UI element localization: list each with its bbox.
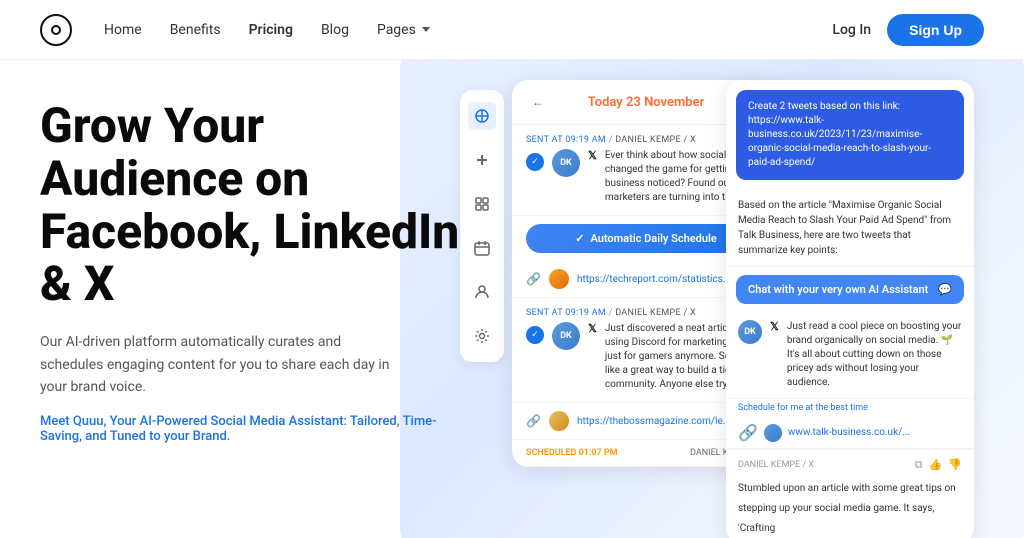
logo[interactable] xyxy=(40,14,72,46)
ai-tweet-avatar: DK xyxy=(738,320,762,344)
ai-bottom-item: DANIEL KEMPE / X ⧉ 👍 👎 Stumbled upon an … xyxy=(726,449,974,538)
item1-avatar: DK xyxy=(552,149,580,177)
sidebar-settings-icon[interactable] xyxy=(468,322,496,350)
ai-chat-header[interactable]: Chat with your very own AI Assistant 💬 xyxy=(736,275,964,304)
item2-avatar: DK xyxy=(552,322,580,350)
prev-btn[interactable]: ← xyxy=(528,92,548,112)
ai-link-row: 🔗 www.talk-business.co.uk/... xyxy=(726,417,974,449)
nav-actions: Log In Sign Up xyxy=(832,14,984,46)
ai-x-icon: 𝕏 xyxy=(770,320,779,333)
ui-sidebar xyxy=(460,90,504,362)
sidebar-calendar-icon[interactable] xyxy=(468,234,496,262)
link-avatar-1 xyxy=(549,269,569,289)
card-date: Today 23 November xyxy=(588,95,705,110)
ai-chat-icons: 💬 xyxy=(938,283,952,296)
item2-check-icon: ✓ xyxy=(526,326,544,344)
ai-tweet-1: DK 𝕏 Just read a cool piece on boosting … xyxy=(726,312,974,399)
nav-benefits[interactable]: Benefits xyxy=(170,22,221,38)
sidebar-user-icon[interactable] xyxy=(468,278,496,306)
ai-link-text[interactable]: www.talk-business.co.uk/... xyxy=(788,427,910,438)
hero-content: Grow Your Audience on Facebook, LinkedIn… xyxy=(40,60,460,538)
ai-chat-icon-1: 💬 xyxy=(938,283,952,296)
ai-schedule-link[interactable]: Schedule for me at the best time xyxy=(726,399,974,417)
item1-check-icon: ✓ xyxy=(526,153,544,171)
link-icon-1: 🔗 xyxy=(526,272,541,286)
hero-section: Grow Your Audience on Facebook, LinkedIn… xyxy=(0,60,1024,538)
nav-pages[interactable]: Pages xyxy=(377,22,430,38)
like-icon[interactable]: 👍 xyxy=(929,458,943,472)
ai-link-icon: 🔗 xyxy=(738,423,758,442)
nav-links: Home Benefits Pricing Blog Pages xyxy=(104,22,832,38)
link-avatar-2 xyxy=(549,411,569,431)
navigation: Home Benefits Pricing Blog Pages Log In … xyxy=(0,0,1024,60)
ai-bottom-author: DANIEL KEMPE / X xyxy=(738,460,814,470)
link-icon-2: 🔗 xyxy=(526,414,541,428)
logo-inner xyxy=(51,25,61,35)
sidebar-move-icon[interactable] xyxy=(468,102,496,130)
hero-tagline: Meet Quuu, Your AI-Powered Social Media … xyxy=(40,414,460,444)
ai-tweet-text: Just read a cool piece on boosting your … xyxy=(787,320,962,390)
item3-label: SCHEDULED 01:07 PM xyxy=(526,448,618,458)
pages-chevron-icon xyxy=(422,27,430,32)
signup-button[interactable]: Sign Up xyxy=(887,14,984,46)
ai-bottom-meta: DANIEL KEMPE / X ⧉ 👍 👎 xyxy=(738,458,962,472)
login-button[interactable]: Log In xyxy=(832,22,871,38)
ai-prompt-bubble: Create 2 tweets based on this link: http… xyxy=(736,90,964,180)
ai-link-avatar xyxy=(764,424,782,442)
ai-bottom-text: Stumbled upon an article with some great… xyxy=(738,483,956,534)
ai-card: Create 2 tweets based on this link: http… xyxy=(726,80,974,538)
dislike-icon[interactable]: 👎 xyxy=(948,458,962,472)
ai-bottom-action-icons: ⧉ 👍 👎 xyxy=(915,458,962,472)
ai-response-text: Based on the article "Maximise Organic S… xyxy=(726,190,974,267)
nav-home[interactable]: Home xyxy=(104,22,142,38)
nav-blog[interactable]: Blog xyxy=(321,22,349,38)
hero-mockup: ← Today 23 November → SENT AT 09:19 AM /… xyxy=(460,60,984,538)
item2-x-icon: 𝕏 xyxy=(588,322,597,335)
copy-icon[interactable]: ⧉ xyxy=(915,458,923,472)
nav-pricing[interactable]: Pricing xyxy=(249,22,293,38)
sidebar-grid-icon[interactable] xyxy=(468,190,496,218)
hero-description: Our AI-driven platform automatically cur… xyxy=(40,331,400,398)
sidebar-add-icon[interactable] xyxy=(468,146,496,174)
hero-title: Grow Your Audience on Facebook, LinkedIn… xyxy=(40,100,460,311)
item1-x-icon: 𝕏 xyxy=(588,149,597,162)
